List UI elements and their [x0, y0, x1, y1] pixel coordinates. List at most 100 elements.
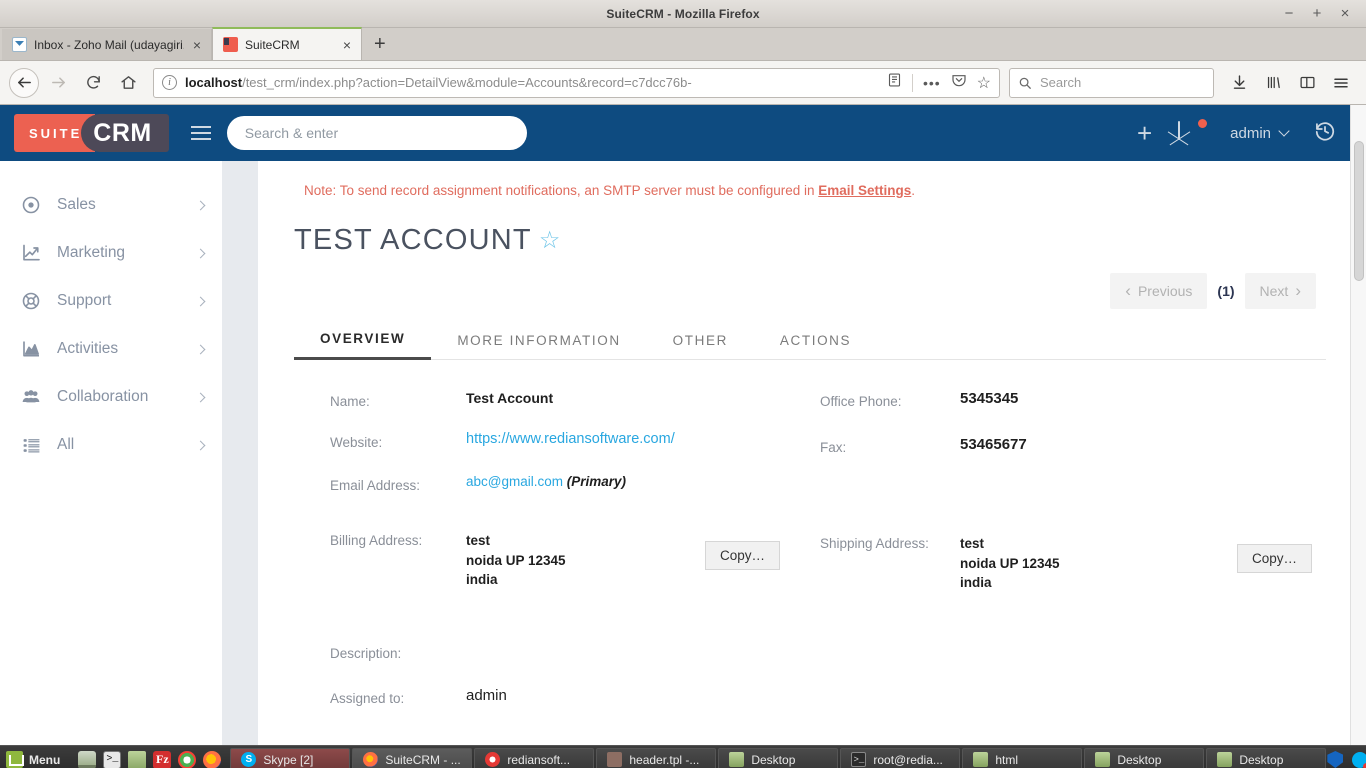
- quick-create-icon[interactable]: +: [1137, 120, 1152, 146]
- smtp-note: Note: To send record assignment notifica…: [294, 183, 1326, 198]
- sidebar-item-collaboration[interactable]: Collaboration: [0, 373, 222, 421]
- taskbar-item-rediansoftware[interactable]: rediansoft...: [474, 747, 595, 768]
- field-office-phone: Office Phone: 5345345: [810, 390, 1326, 409]
- browser-tab-label: SuiteCRM: [245, 37, 300, 52]
- website-link[interactable]: https://www.rediansoftware.com/: [466, 431, 675, 447]
- pocket-icon[interactable]: [951, 72, 967, 93]
- tab-actions[interactable]: ACTIONS: [754, 323, 877, 359]
- crm-sidebar: Sales Marketing Support Activities Colla…: [0, 161, 222, 745]
- browser-tab-suitecrm[interactable]: SuiteCRM ×: [212, 27, 362, 60]
- taskbar-item-label: Skype [2]: [263, 752, 314, 767]
- close-button[interactable]: ×: [1338, 6, 1352, 21]
- minimize-button[interactable]: −: [1282, 6, 1296, 21]
- field-value[interactable]: 53465677: [960, 436, 1027, 453]
- chrome-icon[interactable]: [178, 750, 197, 768]
- crm-search-input[interactable]: Search & enter: [226, 116, 527, 150]
- bookmark-star-icon[interactable]: ☆: [977, 73, 991, 93]
- window-titlebar: SuiteCRM - Mozilla Firefox − + ×: [0, 0, 1366, 28]
- suitecrm-logo[interactable]: SUITE CRM: [14, 114, 169, 152]
- sidebar-item-sales[interactable]: Sales: [0, 181, 222, 229]
- messages-button[interactable]: [1178, 119, 1208, 144]
- favorite-star-icon[interactable]: ☆: [539, 228, 562, 253]
- menu-icon[interactable]: [1325, 67, 1357, 99]
- user-menu[interactable]: admin: [1230, 125, 1290, 142]
- notification-badge: [1198, 119, 1208, 128]
- taskbar-item-label: html: [995, 752, 1019, 767]
- menu-icon[interactable]: [190, 126, 211, 140]
- field-value[interactable]: 5345345: [960, 390, 1018, 407]
- taskbar-item-desktop-2[interactable]: Desktop: [1084, 747, 1205, 768]
- library-icon[interactable]: [1257, 67, 1289, 99]
- taskbar-item-terminal[interactable]: >_ root@redia...: [840, 747, 961, 768]
- tab-more-information[interactable]: MORE INFORMATION: [431, 323, 646, 359]
- reload-button[interactable]: [77, 67, 109, 99]
- shipping-copy-button[interactable]: Copy…: [1236, 544, 1312, 573]
- files-icon[interactable]: [78, 750, 97, 768]
- url-bar[interactable]: i localhost/test_crm/index.php?action=De…: [153, 67, 1000, 98]
- taskbar-item-label: Desktop: [1117, 752, 1162, 767]
- field-value[interactable]: Test Account: [466, 390, 553, 406]
- history-icon[interactable]: [1314, 120, 1336, 147]
- page-scrollbar[interactable]: [1350, 105, 1366, 745]
- field-label: Fax:: [820, 440, 847, 455]
- taskbar-item-desktop-3[interactable]: Desktop: [1206, 747, 1327, 768]
- skype-tray-icon[interactable]: [1352, 751, 1366, 768]
- back-button[interactable]: [9, 67, 39, 98]
- firefox-icon[interactable]: [203, 750, 222, 768]
- sidebar-item-label: Support: [57, 292, 112, 309]
- more-actions-icon[interactable]: •••: [923, 75, 941, 91]
- field-shipping-address: Shipping Address: test noida UP 12345 in…: [810, 532, 1326, 593]
- field-billing-address: Billing Address: test noida UP 12345 ind…: [294, 529, 810, 590]
- sidebar-item-support[interactable]: Support: [0, 277, 222, 325]
- downloads-icon[interactable]: [1223, 67, 1255, 99]
- folder-icon[interactable]: [128, 750, 147, 768]
- site-info-icon[interactable]: i: [162, 75, 177, 90]
- forward-button[interactable]: [42, 67, 74, 99]
- email-link[interactable]: abc@gmail.com: [466, 474, 563, 489]
- email-settings-link[interactable]: Email Settings: [818, 183, 911, 198]
- scrollbar-thumb[interactable]: [1354, 141, 1364, 281]
- email-primary-tag: (Primary): [566, 474, 627, 489]
- sidebar-item-all[interactable]: All: [0, 421, 222, 469]
- field-value[interactable]: admin: [466, 687, 507, 704]
- browser-tab-label: Inbox - Zoho Mail (udayagiri.r: [34, 37, 184, 52]
- taskbar-item-label: SuiteCRM - ...: [385, 752, 461, 767]
- sidebar-item-label: Marketing: [57, 244, 126, 261]
- field-label: Assigned to:: [330, 690, 405, 706]
- url-host: localhost: [185, 75, 243, 90]
- sidebar-icon[interactable]: [1291, 67, 1323, 99]
- browser-navbar: i localhost/test_crm/index.php?action=De…: [0, 61, 1366, 105]
- taskbar-item-desktop-1[interactable]: Desktop: [718, 747, 839, 768]
- record-pager: ‹ Previous (1) Next ›: [294, 273, 1326, 309]
- billing-copy-button[interactable]: Copy…: [704, 541, 780, 570]
- browser-search-bar[interactable]: Search: [1009, 67, 1214, 98]
- start-menu-button[interactable]: Menu: [0, 746, 70, 768]
- envelope-icon: [1178, 121, 1181, 140]
- address-line-3: india: [960, 575, 992, 591]
- close-icon[interactable]: ×: [341, 38, 353, 52]
- taskbar-item-skype[interactable]: S Skype [2]: [230, 747, 351, 768]
- linux-mint-icon: [6, 751, 24, 768]
- maximize-button[interactable]: +: [1310, 6, 1324, 21]
- new-tab-button[interactable]: +: [362, 34, 398, 54]
- home-button[interactable]: [112, 67, 144, 99]
- sidebar-item-activities[interactable]: Activities: [0, 325, 222, 373]
- sidebar-item-marketing[interactable]: Marketing: [0, 229, 222, 277]
- browser-tab-zoho[interactable]: Inbox - Zoho Mail (udayagiri.r ×: [2, 29, 212, 60]
- taskbar-item-headertpl[interactable]: header.tpl -...: [596, 747, 717, 768]
- filezilla-icon[interactable]: Fz: [153, 750, 172, 768]
- previous-button[interactable]: ‹ Previous: [1110, 273, 1208, 309]
- start-menu-label: Menu: [29, 752, 61, 767]
- close-icon[interactable]: ×: [191, 38, 203, 52]
- reader-view-icon[interactable]: [887, 72, 902, 93]
- tab-overview[interactable]: OVERVIEW: [294, 321, 432, 360]
- terminal-icon[interactable]: >_: [103, 750, 122, 768]
- search-icon: [1019, 77, 1031, 89]
- taskbar-item-html[interactable]: html: [962, 747, 1083, 768]
- skype-icon: S: [241, 752, 257, 767]
- taskbar-item-suitecrm[interactable]: SuiteCRM - ...: [352, 747, 473, 768]
- shield-icon[interactable]: [1327, 751, 1344, 768]
- next-button[interactable]: Next ›: [1244, 273, 1316, 309]
- chevron-right-icon: [195, 200, 206, 210]
- tab-other[interactable]: OTHER: [647, 323, 754, 359]
